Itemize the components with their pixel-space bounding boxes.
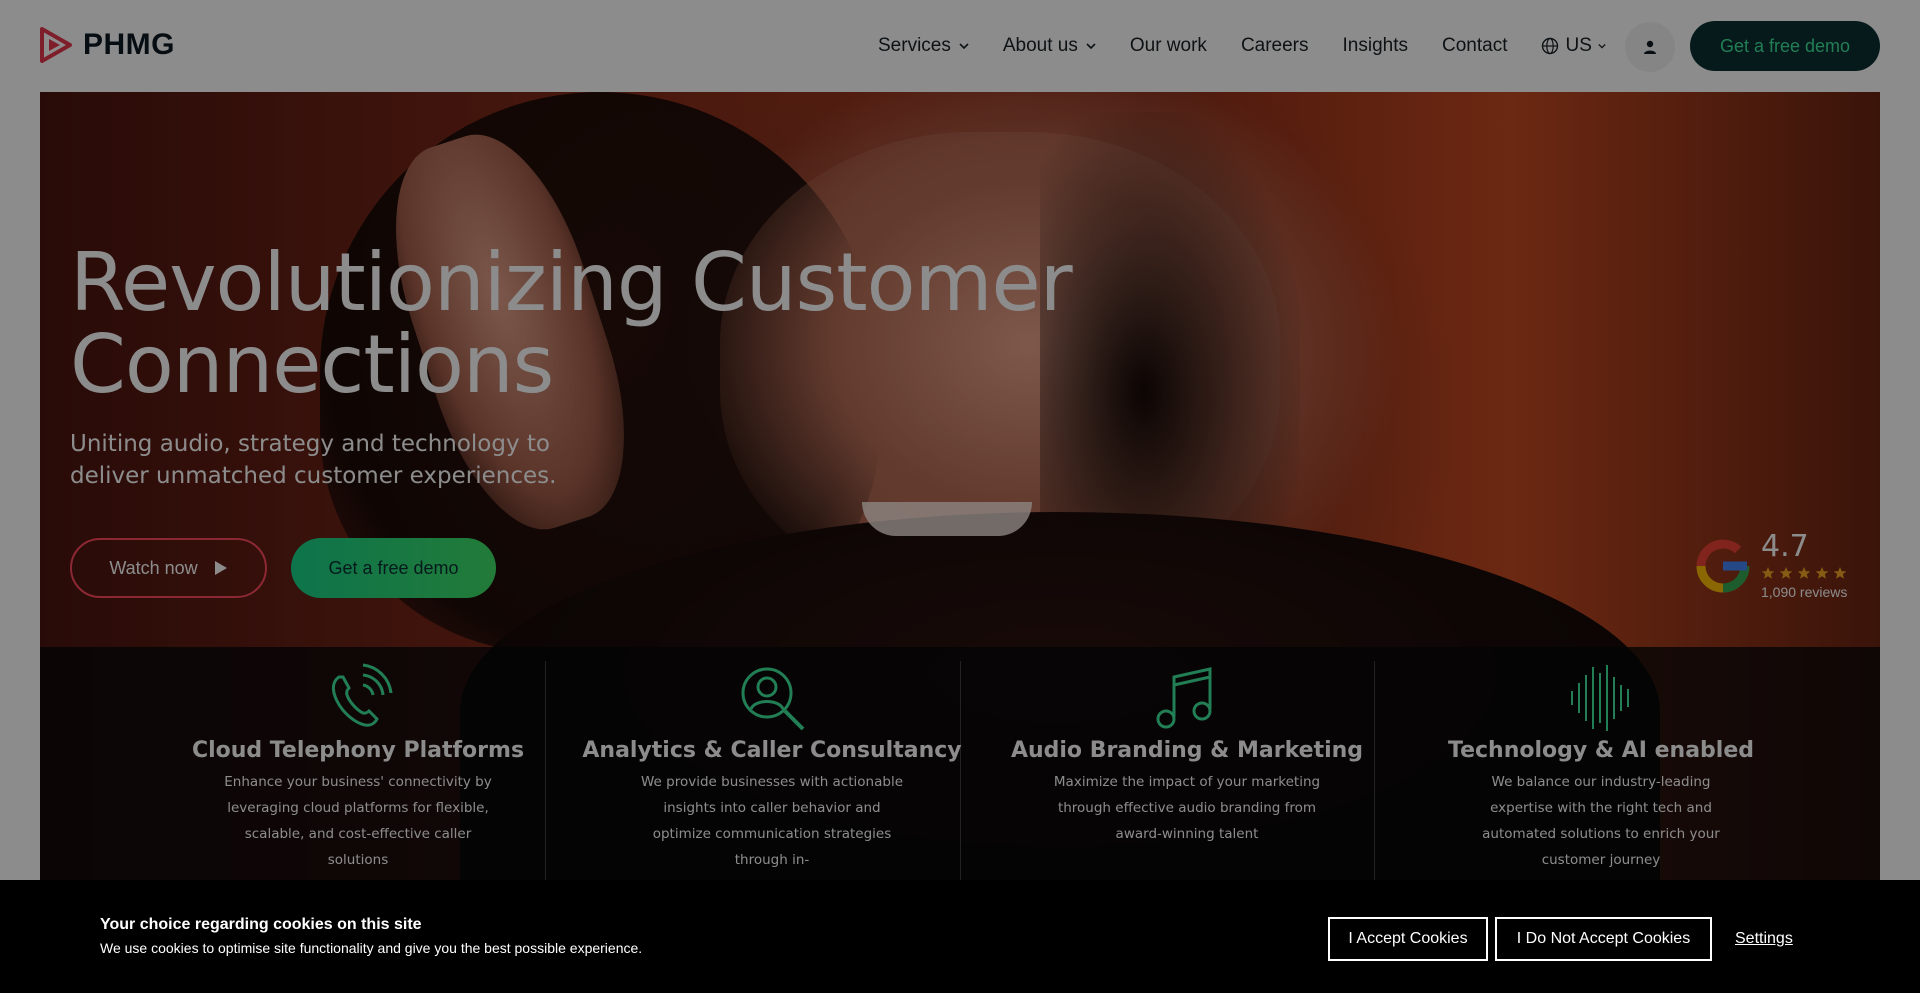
feature-analytics[interactable]: Analytics & Caller Consultancy We provid…: [565, 663, 979, 893]
star-icon: [1797, 567, 1811, 579]
chevron-down-icon: [959, 43, 969, 50]
feature-tech-ai[interactable]: Technology & AI enabled We balance our i…: [1394, 663, 1808, 893]
star-icon: [1779, 567, 1793, 579]
google-g-icon: [1696, 539, 1750, 593]
watch-now-label: Watch now: [109, 557, 198, 578]
sound-wave-icon: [1571, 665, 1629, 731]
play-logo-icon: [40, 27, 72, 63]
user-icon: [1644, 40, 1656, 54]
feature-title: Technology & AI enabled: [1448, 738, 1754, 763]
cookie-text: We use cookies to optimise site function…: [100, 940, 643, 956]
site-header: PHMG Services About us Our work Careers …: [0, 0, 1920, 92]
hero-title: Revolutionizing Customer Connections: [70, 242, 1073, 406]
analytics-search-icon: [741, 667, 805, 731]
star-icon: [1833, 567, 1847, 579]
feature-title: Analytics & Caller Consultancy: [582, 738, 962, 763]
feature-title: Cloud Telephony Platforms: [191, 738, 525, 763]
watch-now-button[interactable]: Watch now: [70, 538, 267, 598]
hero-demo-button[interactable]: Get a free demo: [291, 538, 496, 598]
locale-label: US: [1565, 35, 1592, 56]
rating-details: 4.7 1,090 reviews: [1761, 529, 1848, 601]
accept-cookies-button[interactable]: I Accept Cookies: [1328, 917, 1488, 961]
music-note-icon: [1156, 667, 1212, 729]
main-nav: Services About us Our work Careers Insig…: [878, 26, 1636, 66]
nav-item-insights[interactable]: Insights: [1343, 35, 1408, 57]
rating-score: 4.7: [1761, 529, 1809, 564]
nav-item-careers[interactable]: Careers: [1241, 35, 1309, 57]
brand-logo[interactable]: PHMG: [39, 27, 175, 63]
feature-divider: [960, 661, 961, 901]
reject-cookies-button[interactable]: I Do Not Accept Cookies: [1495, 917, 1712, 961]
feature-desc: We balance our industry-leading expertis…: [1482, 774, 1720, 868]
feature-title: Audio Branding & Marketing: [1010, 738, 1364, 763]
nav-item-contact[interactable]: Contact: [1442, 35, 1507, 57]
brand-name: PHMG: [83, 28, 175, 61]
chevron-down-icon: [1598, 43, 1606, 49]
account-button[interactable]: [1625, 22, 1675, 72]
nav-item-about[interactable]: About us: [1003, 35, 1096, 57]
cookie-banner: Your choice regarding cookies on this si…: [0, 880, 1920, 993]
nav-label: Contact: [1442, 35, 1508, 56]
feature-desc: Enhance your business' connectivity by l…: [224, 774, 492, 868]
nav-item-our-work[interactable]: Our work: [1130, 35, 1207, 57]
hero-section: Revolutionizing Customer Connections Uni…: [40, 92, 1880, 993]
google-rating[interactable]: 4.7 1,090 reviews: [1693, 532, 1847, 600]
locale-selector[interactable]: US: [1541, 35, 1606, 57]
nav-label: Insights: [1342, 35, 1408, 56]
feature-divider: [545, 661, 546, 901]
hero-image-smile: [862, 502, 1032, 536]
play-icon: [214, 561, 227, 575]
feature-cloud-telephony[interactable]: Cloud Telephony Platforms Enhance your b…: [151, 663, 565, 893]
nav-label: Our work: [1129, 35, 1207, 56]
cookie-title: Your choice regarding cookies on this si…: [100, 916, 422, 933]
nav-label: Careers: [1240, 35, 1309, 56]
feature-audio-branding[interactable]: Audio Branding & Marketing Maximize the …: [980, 663, 1394, 893]
globe-icon: [1542, 37, 1559, 55]
star-icon: [1815, 567, 1829, 579]
header-demo-button[interactable]: Get a free demo: [1690, 21, 1880, 71]
feature-desc: Maximize the impact of your marketing th…: [1053, 774, 1321, 842]
phone-icon: [331, 663, 393, 727]
rating-stars: [1761, 566, 1847, 580]
hero-subtitle: Uniting audio, strategy and technology t…: [70, 431, 557, 489]
review-count: 1,090 reviews: [1761, 584, 1848, 600]
star-icon: [1761, 567, 1775, 579]
hero-title-line1: Revolutionizing Customer: [70, 236, 1073, 329]
nav-label: About us: [1002, 35, 1078, 56]
cookie-settings-link[interactable]: Settings: [1735, 930, 1793, 948]
feature-desc: We provide businesses with actionable in…: [641, 774, 903, 868]
chevron-down-icon: [1086, 43, 1096, 50]
feature-divider: [1374, 661, 1375, 901]
nav-label: Services: [878, 35, 951, 56]
hero-title-line2: Connections: [70, 318, 554, 411]
nav-item-services[interactable]: Services: [878, 35, 969, 57]
